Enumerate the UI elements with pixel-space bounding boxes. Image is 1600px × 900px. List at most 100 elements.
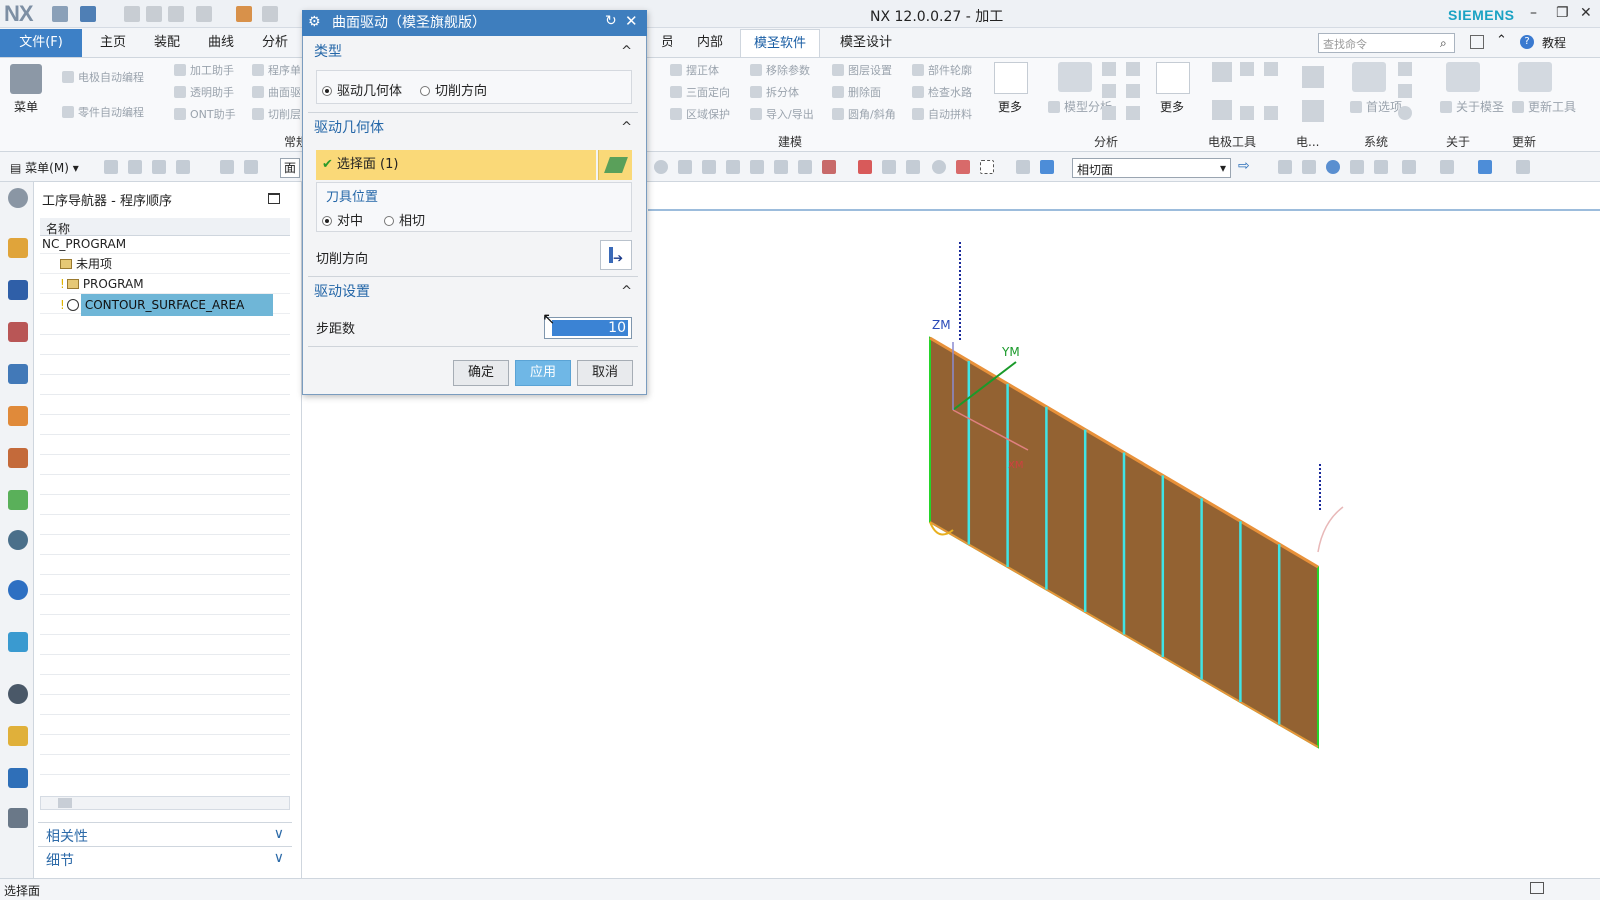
fillet-chamfer[interactable]: 圆角/斜角 xyxy=(832,106,896,122)
select-face-button[interactable] xyxy=(598,150,632,180)
file-menu[interactable]: 文件(F) xyxy=(0,29,82,57)
snap-icon-2[interactable] xyxy=(128,160,142,174)
clock-icon[interactable] xyxy=(8,684,28,704)
curve-icon[interactable] xyxy=(1126,106,1140,120)
graphics-canvas[interactable]: ZM YM XM xyxy=(648,182,1600,878)
view-icon-1[interactable] xyxy=(1016,160,1030,174)
minimize-icon[interactable]: – xyxy=(1530,5,1537,21)
point-icon[interactable] xyxy=(798,160,812,174)
history-icon[interactable] xyxy=(8,490,28,510)
camera-icon[interactable] xyxy=(1516,160,1530,174)
ok-button[interactable]: 确定 xyxy=(453,360,509,386)
snap-icon-3[interactable] xyxy=(152,160,166,174)
ont-assistant[interactable]: ONT助手 xyxy=(174,106,236,122)
more-1-label[interactable]: 更多 xyxy=(998,98,1022,115)
view-eye-icon[interactable] xyxy=(8,530,28,550)
tree-row-contour-surface[interactable]: ! CONTOUR_SURFACE_AREA xyxy=(40,294,290,316)
shade-icon[interactable] xyxy=(1478,160,1492,174)
feature-icon[interactable] xyxy=(726,160,740,174)
help-circle-icon[interactable] xyxy=(1398,106,1412,120)
split-body[interactable]: 拆分体 xyxy=(750,84,799,100)
cut-direction-button[interactable]: ➔ xyxy=(600,240,632,270)
menu-label[interactable]: 菜单 xyxy=(14,98,38,115)
part-navigator-icon[interactable] xyxy=(8,322,28,342)
preferences-icon[interactable] xyxy=(1352,62,1386,92)
model-analysis-icon[interactable] xyxy=(1058,62,1092,92)
snap-icon-6[interactable] xyxy=(244,160,258,174)
angle-icon[interactable] xyxy=(1126,84,1140,98)
electrode-icon-3[interactable] xyxy=(1264,62,1278,76)
update-tools[interactable]: 更新工具 xyxy=(1512,98,1576,115)
three-face-orient[interactable]: 三面定向 xyxy=(670,84,730,100)
midpoint-icon[interactable] xyxy=(882,160,896,174)
electrode-sub-icon[interactable] xyxy=(1302,66,1324,88)
intersect-icon[interactable] xyxy=(956,160,970,174)
cut-levels[interactable]: 切削层 xyxy=(252,106,300,122)
electrode-icon-2[interactable] xyxy=(1240,62,1254,76)
control-point-icon[interactable] xyxy=(906,160,920,174)
machining-assistant[interactable]: 加工助手 xyxy=(174,62,234,78)
scrollbar-thumb[interactable] xyxy=(58,798,72,808)
search-icon[interactable]: ⌕ xyxy=(1440,36,1447,51)
type-section-header[interactable]: 类型 ^ xyxy=(308,40,638,64)
more-2-label[interactable]: 更多 xyxy=(1160,98,1184,115)
horizontal-scrollbar[interactable] xyxy=(40,796,290,810)
step-count-value[interactable]: 10 xyxy=(552,320,628,336)
fit-view-icon[interactable] xyxy=(1278,160,1292,174)
tab-personnel[interactable]: 员 xyxy=(648,29,672,57)
settings-icon[interactable] xyxy=(8,188,28,208)
more-2-icon[interactable] xyxy=(1156,62,1190,94)
electrode-auto-program[interactable]: 电极自动编程 xyxy=(62,69,144,85)
import-export[interactable]: 导入/导出 xyxy=(750,106,814,122)
electrode-icon-1[interactable] xyxy=(1212,62,1232,82)
more-1-icon[interactable] xyxy=(994,62,1028,94)
check-waterway[interactable]: 检查水路 xyxy=(912,84,972,100)
pan-icon[interactable] xyxy=(1350,160,1364,174)
table-icon[interactable] xyxy=(1302,100,1324,122)
auto-stock[interactable]: 自动拼料 xyxy=(912,106,972,122)
machine-navigator-icon[interactable] xyxy=(8,448,28,468)
relevance-section[interactable]: 相关性 ∨ xyxy=(38,822,292,845)
arrow-right-icon[interactable]: ⇨ xyxy=(1238,158,1250,174)
snap-icon-5[interactable] xyxy=(220,160,234,174)
window-icon[interactable] xyxy=(262,6,278,22)
layer-icon[interactable] xyxy=(1374,160,1388,174)
save-icon[interactable] xyxy=(52,6,68,22)
tab-assembly[interactable]: 装配 xyxy=(144,29,190,57)
display-icon[interactable] xyxy=(1402,160,1416,174)
robot-icon[interactable] xyxy=(8,808,28,828)
kg-icon[interactable] xyxy=(1102,62,1116,76)
drive-geometry-header[interactable]: 驱动几何体 ^ xyxy=(308,116,638,140)
reset-icon[interactable]: ↻ xyxy=(605,13,617,29)
copy-icon[interactable] xyxy=(146,6,162,22)
tool-position-tangent-radio[interactable]: 相切 xyxy=(384,210,425,229)
select-face-field[interactable]: ✔ 选择面 (1) xyxy=(316,150,596,180)
electrode-icon-6[interactable] xyxy=(1264,106,1278,120)
view-icon-2[interactable] xyxy=(1040,160,1054,174)
menu-big-icon[interactable] xyxy=(10,64,42,94)
box-select-icon[interactable] xyxy=(980,160,994,174)
constraint-navigator-icon[interactable] xyxy=(8,280,28,300)
help-icon[interactable]: ? xyxy=(1520,35,1534,49)
window-icon[interactable] xyxy=(1470,35,1484,49)
center-icon[interactable] xyxy=(932,160,946,174)
type-cut-direction-radio[interactable]: 切削方向 xyxy=(420,80,487,99)
remove-params[interactable]: 移除参数 xyxy=(750,62,810,78)
command-search-input[interactable]: 查找命令 xyxy=(1318,33,1455,53)
face-type-combo[interactable]: 面 xyxy=(280,158,300,178)
transparent-assistant[interactable]: 透明助手 xyxy=(174,84,234,100)
tab-curve[interactable]: 曲线 xyxy=(198,29,244,57)
curve-icon[interactable] xyxy=(774,160,788,174)
collapse-ribbon-icon[interactable]: ⌃ xyxy=(1496,33,1507,48)
tab-internal[interactable]: 内部 xyxy=(690,29,730,57)
tutorial-link[interactable]: 教程 xyxy=(1542,34,1566,51)
cancel-button[interactable]: 取消 xyxy=(577,360,633,386)
render-icon[interactable] xyxy=(1440,160,1454,174)
lock-icon[interactable] xyxy=(1398,84,1412,98)
menu-dropdown[interactable]: ▤ 菜单(M) ▾ xyxy=(10,159,79,176)
paste-icon[interactable] xyxy=(168,6,184,22)
operation-navigator-icon[interactable] xyxy=(8,364,28,384)
electrode-icon-5[interactable] xyxy=(1240,106,1254,120)
roles-icon[interactable] xyxy=(8,726,28,746)
tool-icon[interactable] xyxy=(8,768,28,788)
